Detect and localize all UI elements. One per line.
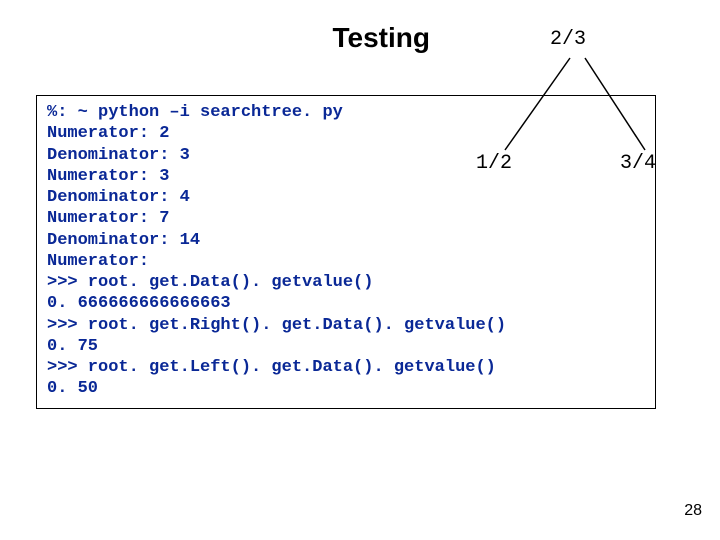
code-line: 0. 75: [47, 336, 645, 357]
page-number: 28: [684, 502, 702, 520]
code-box: %: ~ python –i searchtree. py Numerator:…: [36, 95, 656, 409]
code-line: Denominator: 3: [47, 145, 645, 166]
code-line: 0. 50: [47, 378, 645, 399]
code-line: Denominator: 14: [47, 230, 645, 251]
code-line: Numerator: 3: [47, 166, 645, 187]
code-line: Numerator: 2: [47, 123, 645, 144]
code-line: >>> root. get.Right(). get.Data(). getva…: [47, 315, 645, 336]
code-line: >>> root. get.Left(). get.Data(). getval…: [47, 357, 645, 378]
code-line: 0. 666666666666663: [47, 293, 645, 314]
page-title: Testing: [0, 22, 430, 54]
code-line: Numerator: 7: [47, 208, 645, 229]
tree-node-root: 2/3: [550, 28, 586, 51]
code-line: Denominator: 4: [47, 187, 645, 208]
code-line: %: ~ python –i searchtree. py: [47, 102, 645, 123]
code-line: >>> root. get.Data(). getvalue(): [47, 272, 645, 293]
code-line: Numerator:: [47, 251, 645, 272]
